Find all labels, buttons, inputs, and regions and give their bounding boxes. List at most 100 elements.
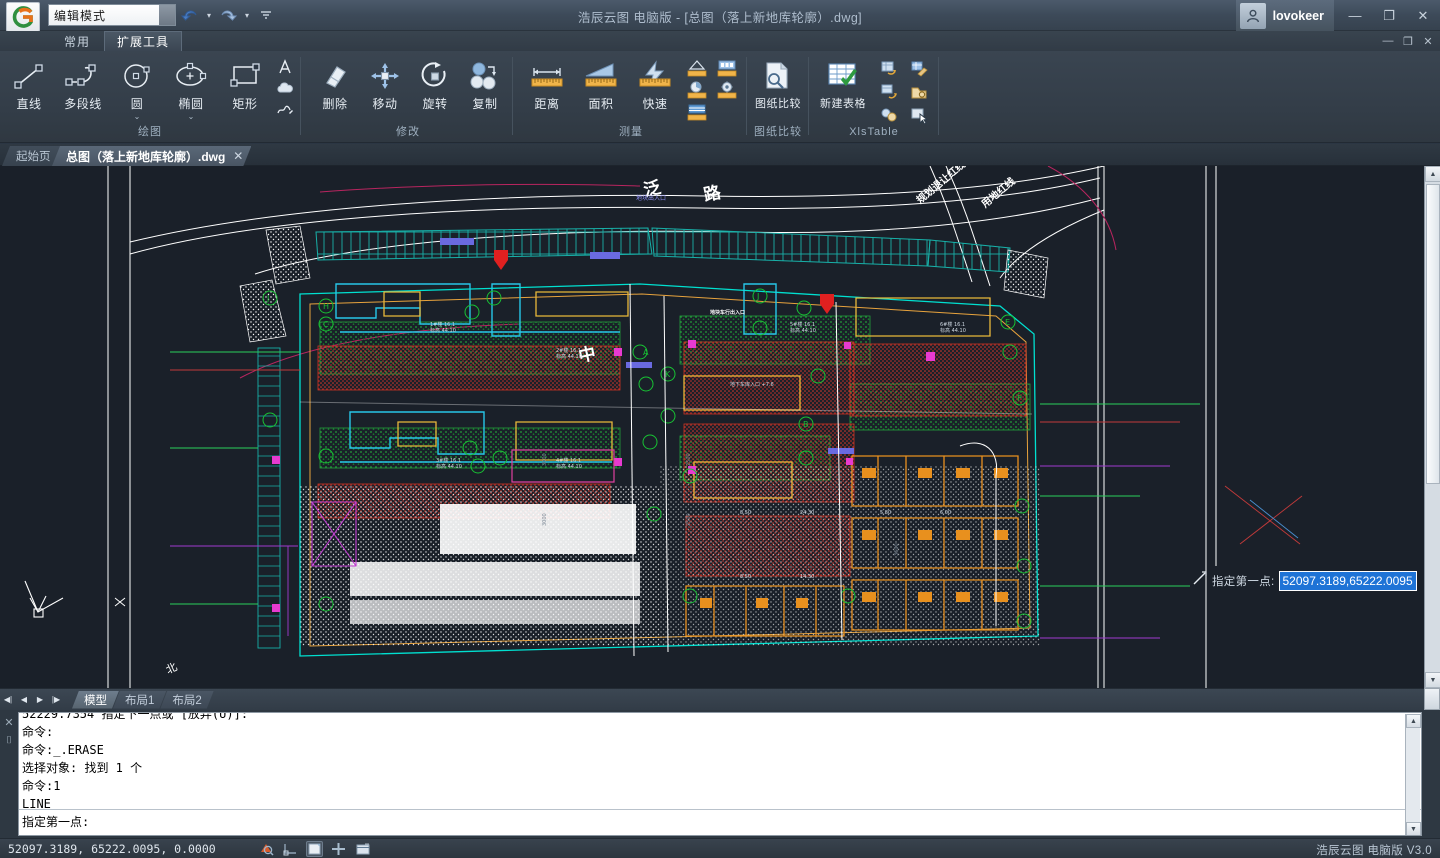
svg-text:标高 44.10: 标高 44.10 — [790, 327, 816, 334]
table-update-icon[interactable] — [874, 103, 904, 126]
tool-line[interactable]: 直线 — [2, 53, 56, 123]
command-history-line: LINE — [19, 795, 1421, 813]
svg-text:地下车库入口 +7.6: 地下车库入口 +7.6 — [730, 381, 774, 388]
command-scrollbar[interactable]: ▲ ▼ — [1405, 714, 1420, 836]
table-select-icon[interactable] — [904, 103, 934, 126]
ribbon-group-modify-label: 修改 — [306, 124, 510, 140]
svg-text:5#楼 16.1: 5#楼 16.1 — [790, 321, 815, 328]
ribbon-group-drawing: 直线 多段线 — [2, 53, 298, 141]
measure-angle-icon[interactable] — [682, 57, 712, 79]
tool-measure-area[interactable]: 面积 — [574, 53, 628, 123]
layout-scroll-box[interactable] — [1424, 688, 1440, 710]
command-history-line: 命令:1 — [19, 777, 1421, 795]
scroll-down-arrow-icon[interactable]: ▼ — [1425, 672, 1440, 688]
measure-area-icon — [583, 59, 619, 93]
tool-circle[interactable]: 圆 ⌄ — [110, 53, 164, 123]
user-account-area[interactable]: lovokeer — [1236, 0, 1334, 31]
canvas-vertical-scrollbar[interactable]: ▲ ▼ — [1424, 166, 1440, 688]
layer-state-icon[interactable] — [306, 841, 323, 857]
measure-volume-icon[interactable] — [682, 79, 712, 101]
command-history-box[interactable]: 52229.7354 指定下一点或 [放弃(U)]: 命令: 命令:_.ERAS… — [18, 712, 1422, 836]
table-edit-icon[interactable] — [904, 57, 934, 80]
doc-minimize-button[interactable]: — — [1378, 31, 1398, 51]
dynamic-input-tooltip[interactable]: 指定第一点: 52097.3189,65222.0095 — [1192, 570, 1417, 592]
tool-rectangle[interactable]: 矩形 — [218, 53, 272, 123]
tool-measure-distance-label: 距离 — [534, 95, 559, 112]
nav-next-icon[interactable]: ▶ — [32, 691, 48, 709]
copy-icon — [468, 59, 502, 93]
command-scroll-down-icon[interactable]: ▼ — [1406, 822, 1421, 836]
doc-tab-close-icon[interactable]: ✕ — [233, 149, 243, 163]
svg-text:6.00: 6.00 — [940, 510, 951, 516]
blank-icon — [712, 101, 742, 123]
table-import-icon[interactable] — [874, 57, 904, 80]
measure-settings-icon[interactable] — [712, 79, 742, 101]
maximize-button[interactable]: ❐ — [1372, 0, 1406, 31]
svg-text:B: B — [803, 420, 809, 429]
tool-ellipse[interactable]: 椭圆 ⌄ — [164, 53, 218, 123]
ribbon-group-modify: 删除 移动 — [306, 53, 510, 141]
tool-move[interactable]: 移动 — [360, 53, 410, 123]
command-close-icon[interactable]: ✕ — [4, 716, 13, 729]
svg-text:A: A — [643, 348, 649, 357]
zoom-tool-icon[interactable] — [258, 841, 275, 857]
doc-close-button[interactable]: ✕ — [1418, 31, 1438, 51]
revision-cloud-icon[interactable] — [272, 78, 298, 98]
command-scroll-up-icon[interactable]: ▲ — [1406, 714, 1421, 728]
svg-text:3600: 3600 — [894, 543, 900, 556]
tool-erase[interactable]: 删除 — [310, 53, 360, 123]
tool-new-table-label: 新建表格 — [820, 95, 866, 111]
tab-kuozhangongju[interactable]: 扩展工具 — [104, 31, 182, 51]
svg-text:2500: 2500 — [686, 513, 692, 526]
drawing-canvas[interactable]: 北 — [0, 166, 1440, 688]
ribbon-separator-4 — [808, 57, 809, 135]
layout-tab-layout2[interactable]: 布局2 — [160, 691, 213, 709]
tool-copy-label: 复制 — [472, 95, 497, 112]
svg-text:标高 44.10: 标高 44.10 — [940, 327, 966, 334]
minimize-button[interactable]: — — [1338, 0, 1372, 31]
close-button[interactable]: ✕ — [1406, 0, 1440, 31]
layout-tab-layout1[interactable]: 布局1 — [113, 691, 166, 709]
tool-measure-distance[interactable]: 距离 — [520, 53, 574, 123]
doc-tab-drawing[interactable]: 总图（落上新地库轮廓）.dwg ✕ — [52, 146, 251, 166]
svg-text:14.30: 14.30 — [800, 574, 814, 580]
tool-rotate-label: 旋转 — [422, 95, 447, 112]
tab-changyong[interactable]: 常用 — [52, 31, 102, 51]
nav-last-icon[interactable]: |▶ — [48, 691, 64, 709]
tool-polyline[interactable]: 多段线 — [56, 53, 110, 123]
text-a-icon[interactable] — [272, 57, 298, 77]
ribbon-panel: 直线 多段线 — [0, 51, 1440, 143]
freehand-sketch-icon[interactable] — [272, 99, 298, 119]
nav-first-icon[interactable]: ◀| — [0, 691, 16, 709]
tool-new-table[interactable]: 新建表格 — [812, 53, 874, 123]
layout-tab-model[interactable]: 模型 — [72, 691, 119, 709]
tool-ellipse-caret[interactable]: ⌄ — [188, 113, 195, 121]
tool-drawing-compare[interactable]: 图纸比较 — [750, 53, 806, 123]
command-pin-icon[interactable]: ⌷ — [6, 735, 12, 746]
svg-text:标高 44.10: 标高 44.10 — [430, 327, 456, 334]
command-history-line: 选择对象: 找到 1 个 — [19, 759, 1421, 777]
tool-measure-quick[interactable]: 快速 — [628, 53, 682, 123]
command-divider — [19, 809, 1421, 810]
scrollbar-thumb[interactable] — [1426, 184, 1440, 484]
doc-tab-drawing-label: 总图（落上新地库轮廓）.dwg — [66, 148, 225, 165]
layout-tab-strip: ◀| ◀ ▶ |▶ 模型 布局1 布局2 — [0, 688, 1440, 710]
tool-copy[interactable]: 复制 — [460, 53, 510, 123]
ribbon-tab-strip: 常用 扩展工具 — [0, 31, 1440, 51]
tool-erase-label: 删除 — [322, 95, 347, 112]
nav-prev-icon[interactable]: ◀ — [16, 691, 32, 709]
doc-restore-button[interactable]: ❐ — [1398, 31, 1418, 51]
command-input-prompt[interactable]: 指定第一点: — [22, 811, 89, 833]
dynamic-input-value[interactable]: 52097.3189,65222.0095 — [1279, 571, 1417, 591]
measure-list-icon[interactable] — [712, 57, 742, 79]
table-link-icon[interactable] — [904, 80, 934, 103]
tool-rotate[interactable]: 旋转 — [410, 53, 460, 123]
table-export-icon[interactable] — [874, 80, 904, 103]
measure-table-icon[interactable] — [682, 101, 712, 123]
tool-circle-caret[interactable]: ⌄ — [134, 113, 141, 121]
crosshair-icon[interactable] — [330, 841, 347, 857]
osnap-icon[interactable] — [282, 841, 299, 857]
line-icon — [12, 59, 46, 93]
clean-screen-icon[interactable] — [354, 841, 371, 857]
scroll-up-arrow-icon[interactable]: ▲ — [1425, 166, 1440, 182]
